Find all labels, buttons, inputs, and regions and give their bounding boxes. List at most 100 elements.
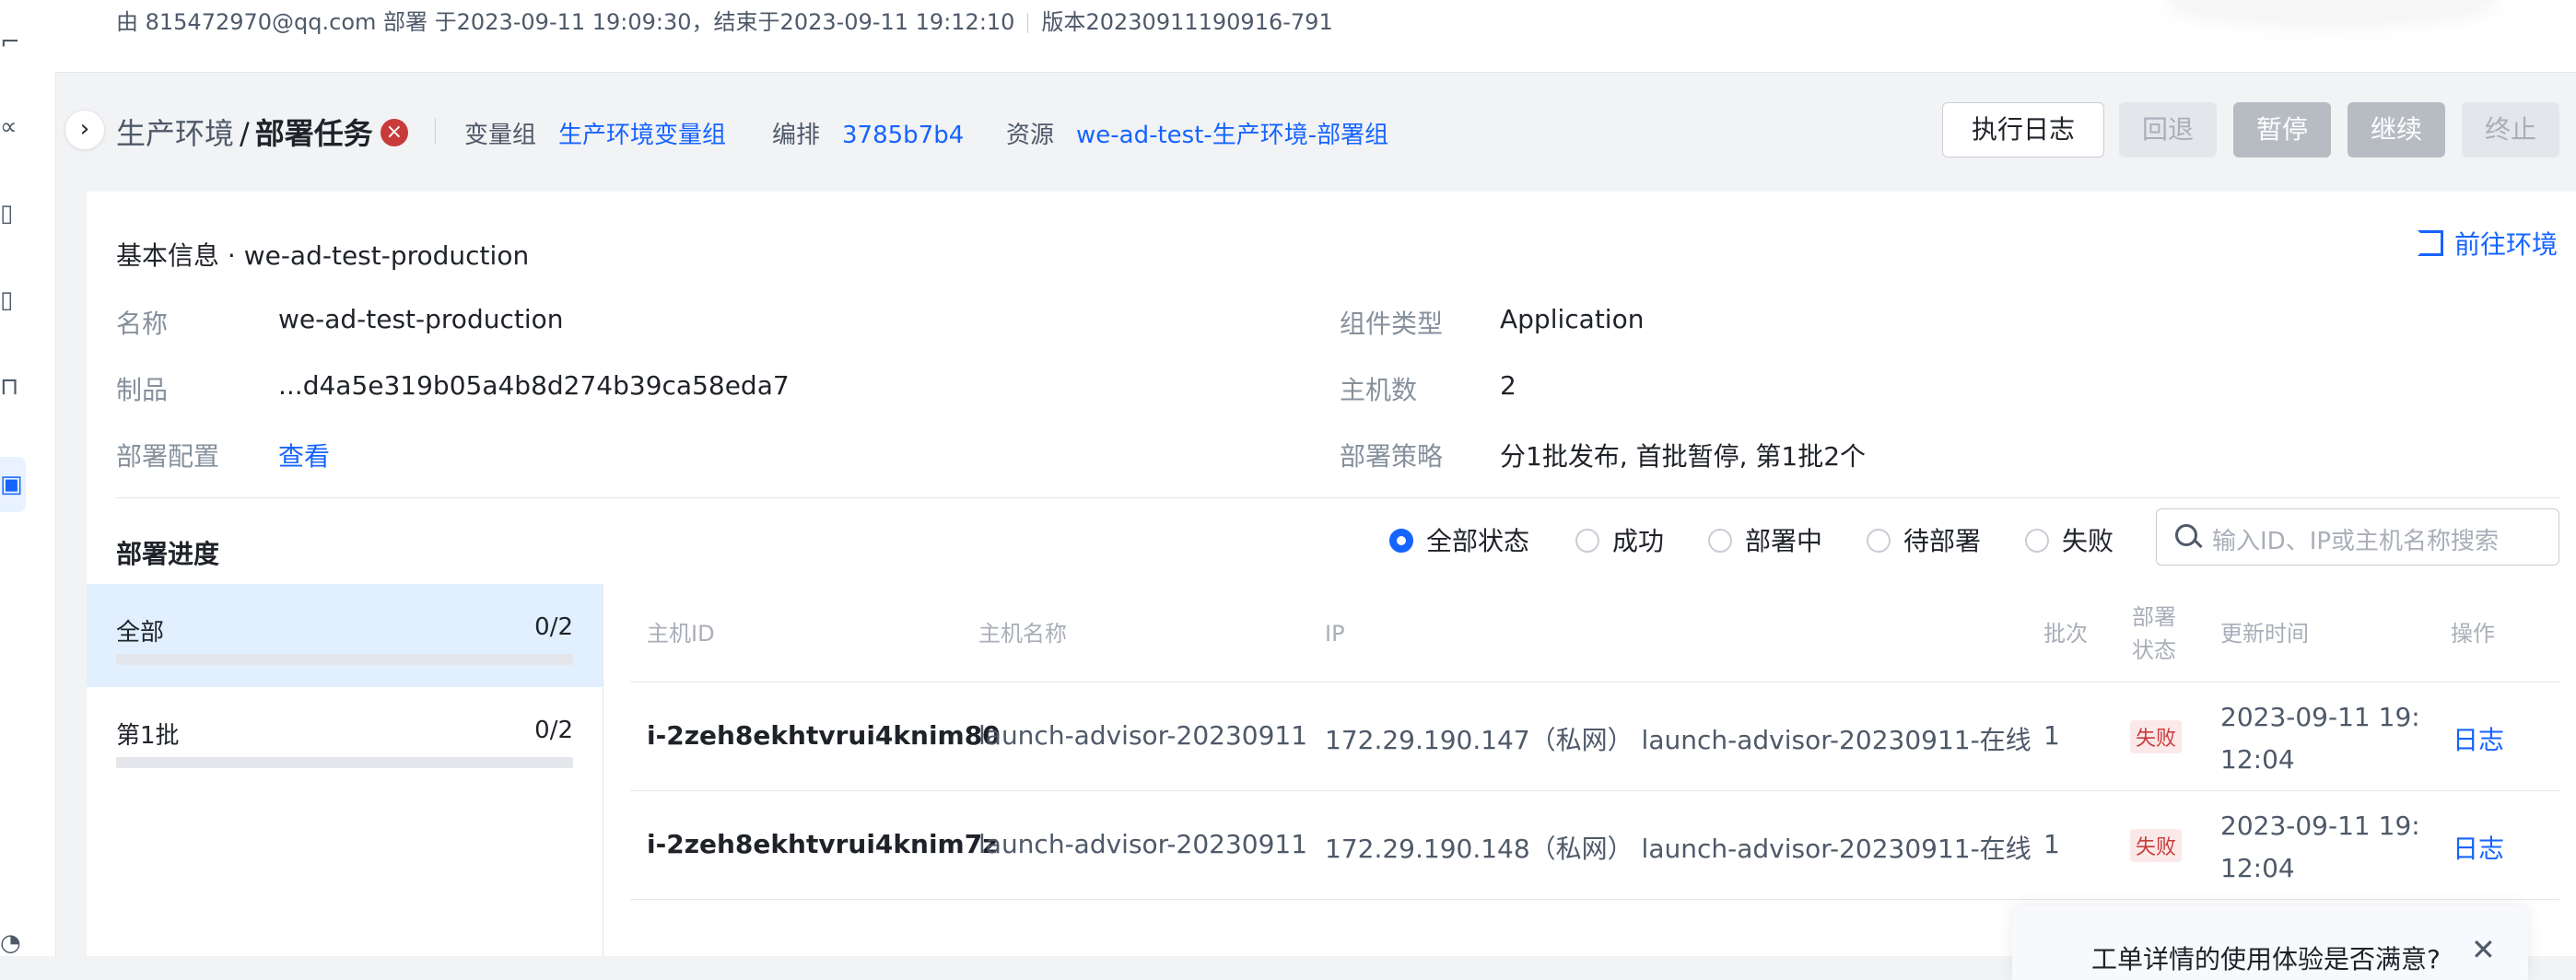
page-title: 部署任务 — [254, 116, 373, 151]
col-host-id: 主机ID — [647, 621, 715, 647]
filter-deploying[interactable]: 部署中 — [1708, 521, 1822, 558]
sidebar: ⌐ ∝ ▯ ▯ ⊓ ▣ ◔ — [0, 0, 56, 956]
radio-icon — [1575, 529, 1599, 553]
filter-label: 部署中 — [1745, 526, 1823, 556]
field-artifact-value: ...d4a5e319b05a4b8d274b39ca58eda7 — [278, 370, 790, 401]
field-type-label: 组件类型 — [1340, 309, 1444, 339]
panel-icon[interactable]: ▯ — [0, 287, 26, 313]
col-updated: 更新时间 — [2220, 621, 2309, 647]
enter-icon — [2418, 230, 2443, 256]
filter-all[interactable]: 全部状态 — [1389, 521, 1529, 558]
feedback-toast[interactable]: 工单详情的使用体验是否满意? ✕ — [2012, 906, 2528, 980]
settings-icon[interactable]: ◔ — [0, 930, 26, 956]
status-badge: 失败 — [2130, 829, 2183, 862]
field-config-label: 部署配置 — [116, 441, 220, 472]
continue-button[interactable]: 继续 — [2348, 102, 2445, 158]
row-1-host-id: i-2zeh8ekhtvrui4knim80 — [647, 720, 1001, 751]
row-2-time-1: 2023-09-11 19: — [2220, 811, 2420, 841]
batch-item-1[interactable]: 第1批 0/2 — [87, 687, 603, 790]
filter-failed[interactable]: 失败 — [2025, 521, 2113, 558]
filter-pending[interactable]: 待部署 — [1867, 521, 1981, 558]
status-badge: 失败 — [2130, 720, 2183, 753]
row-2-batch: 1 — [2043, 829, 2060, 859]
box-icon[interactable]: ⊓ — [0, 374, 26, 400]
variable-group: 变量组 生产环境变量组 — [464, 116, 726, 150]
row-1-log-link[interactable]: 日志 — [2453, 720, 2504, 757]
goto-env-link[interactable]: 前往环境 — [2418, 225, 2558, 262]
row-2-log-link[interactable]: 日志 — [2453, 829, 2504, 866]
batch-progress-bar — [116, 654, 573, 665]
rollback-button[interactable]: 回退 — [2119, 102, 2217, 158]
row-1-ip: 172.29.190.147（私网） launch-advisor-202309… — [1325, 725, 2032, 755]
field-hosts-value: 2 — [1500, 370, 1516, 401]
chart-icon[interactable]: ⌐ — [0, 29, 26, 55]
decorative-shadow — [2165, 0, 2497, 18]
deploy-icon[interactable]: ▣ — [0, 457, 26, 512]
radio-icon — [2025, 529, 2049, 553]
row-border — [630, 790, 2559, 791]
radio-icon — [1867, 529, 1891, 553]
section-divider — [116, 497, 2559, 498]
progress-title: 部署进度 — [116, 539, 220, 569]
col-ip: IP — [1325, 621, 1345, 647]
col-host-name: 主机名称 — [978, 621, 1067, 647]
field-strategy-value: 分1批发布, 首批暂停, 第1批2个 — [1500, 441, 1867, 472]
search-input[interactable]: 输入ID、IP或主机名称搜索 — [2156, 508, 2559, 566]
row-1-host-name: launch-advisor-20230911 — [978, 720, 1308, 751]
col-status-line1: 部署 — [2132, 604, 2176, 630]
batch-progress-bar — [116, 757, 573, 768]
search-placeholder: 输入ID、IP或主机名称搜索 — [2212, 528, 2500, 555]
radio-icon — [1708, 529, 1732, 553]
deploy-info-text: 由 815472970@qq.com 部署 于2023-09-11 19:09:… — [116, 4, 1333, 36]
col-batch: 批次 — [2043, 621, 2088, 647]
orchestration: 编排 3785b7b4 — [772, 116, 964, 150]
field-strategy-label: 部署策略 — [1340, 441, 1444, 472]
pause-button[interactable]: 暂停 — [2233, 102, 2331, 158]
row-2-host-id: i-2zeh8ekhtvrui4knim7z — [647, 829, 998, 859]
field-name-value: we-ad-test-production — [278, 304, 564, 334]
goto-env-label: 前往环境 — [2454, 229, 2558, 260]
row-border — [630, 899, 2559, 900]
radio-checked-icon — [1389, 529, 1413, 553]
field-type-value: Application — [1500, 304, 1645, 334]
batch-count: 0/2 — [534, 717, 573, 744]
meta-key: 编排 — [772, 122, 821, 149]
batch-count: 0/2 — [534, 613, 573, 641]
col-action: 操作 — [2451, 621, 2495, 647]
field-hosts-label: 主机数 — [1340, 375, 1418, 405]
search-icon — [2175, 524, 2197, 546]
batch-list: 全部 0/2 第1批 0/2 — [87, 584, 603, 956]
meta-key: 变量组 — [464, 122, 537, 149]
row-2-ip: 172.29.190.148（私网） launch-advisor-202309… — [1325, 834, 2032, 864]
divider — [1027, 13, 1029, 33]
breadcrumb-env[interactable]: 生产环境 — [116, 116, 234, 151]
variable-group-link[interactable]: 生产环境变量组 — [558, 122, 726, 149]
version-text: 版本20230911190916-791 — [1041, 9, 1333, 35]
deploy-info-bar: 由 815472970@qq.com 部署 于2023-09-11 19:09:… — [55, 0, 2576, 73]
breadcrumb-slash: / — [240, 116, 250, 151]
filter-success[interactable]: 成功 — [1575, 521, 1664, 558]
row-1-batch: 1 — [2043, 720, 2060, 751]
close-icon[interactable]: ✕ — [2471, 932, 2496, 967]
orchestration-link[interactable]: 3785b7b4 — [842, 122, 964, 149]
batch-label: 全部 — [116, 619, 165, 647]
view-config-link[interactable]: 查看 — [278, 437, 330, 473]
col-status-line2: 状态 — [2132, 637, 2176, 663]
basic-info-title: 基本信息 · we-ad-test-production — [116, 240, 530, 271]
resource: 资源 we-ad-test-生产环境-部署组 — [1006, 116, 1388, 150]
stop-button[interactable]: 终止 — [2462, 102, 2559, 158]
chevron-right-icon[interactable]: › — [64, 110, 105, 150]
batch-label: 第1批 — [116, 722, 180, 750]
row-1-time-2: 12:04 — [2220, 744, 2295, 775]
breadcrumb: 生产环境 / 部署任务 × — [116, 111, 408, 153]
row-2-host-name: launch-advisor-20230911 — [978, 829, 1308, 859]
grid-icon[interactable]: ▯ — [0, 201, 26, 227]
feedback-text: 工单详情的使用体验是否满意? — [2091, 944, 2441, 974]
execution-log-button[interactable]: 执行日志 — [1942, 102, 2104, 158]
batch-item-all[interactable]: 全部 0/2 — [87, 584, 603, 687]
share-icon[interactable]: ∝ — [0, 114, 26, 140]
field-name-label: 名称 — [116, 309, 169, 339]
meta-key: 资源 — [1006, 122, 1055, 149]
resource-link[interactable]: we-ad-test-生产环境-部署组 — [1076, 122, 1388, 149]
header-divider — [435, 118, 436, 144]
